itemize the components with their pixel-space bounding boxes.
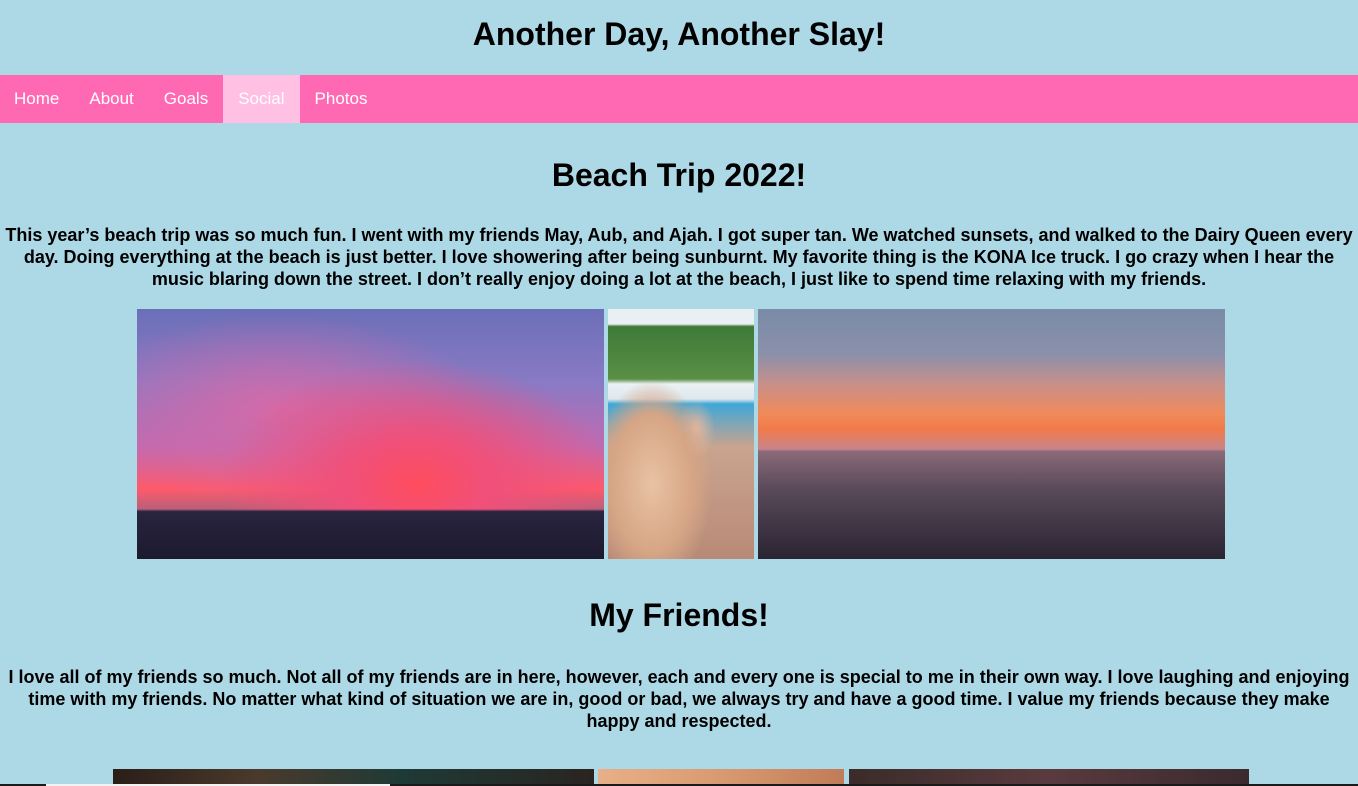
friends-paragraph: I love all of my friends so much. Not al… xyxy=(8,667,1350,731)
main-content: Beach Trip 2022! This year’s beach trip … xyxy=(0,155,1358,786)
main-nav: Home About Goals Social Photos xyxy=(0,75,1358,123)
friends-section: My Friends! I love all of my friends so … xyxy=(0,595,1358,786)
nav-social[interactable]: Social xyxy=(223,75,300,123)
beach-trip-title: Beach Trip 2022! xyxy=(551,157,807,193)
nav-goals[interactable]: Goals xyxy=(149,75,223,123)
nav-photos[interactable]: Photos xyxy=(300,75,383,123)
site-header: Another Day, Another Slay! xyxy=(0,0,1358,75)
beach-trip-paragraph: This year’s beach trip was so much fun. … xyxy=(5,225,1353,289)
beach-photo-row xyxy=(0,309,1358,559)
beach-trip-section: Beach Trip 2022! This year’s beach trip … xyxy=(0,155,1358,559)
sunset-photo-2 xyxy=(758,309,1225,559)
nav-home[interactable]: Home xyxy=(0,75,74,123)
pool-selfie-photo xyxy=(608,309,754,559)
site-title: Another Day, Another Slay! xyxy=(472,16,886,52)
friends-title: My Friends! xyxy=(589,597,769,633)
sunset-photo-1 xyxy=(137,309,604,559)
nav-about[interactable]: About xyxy=(74,75,148,123)
